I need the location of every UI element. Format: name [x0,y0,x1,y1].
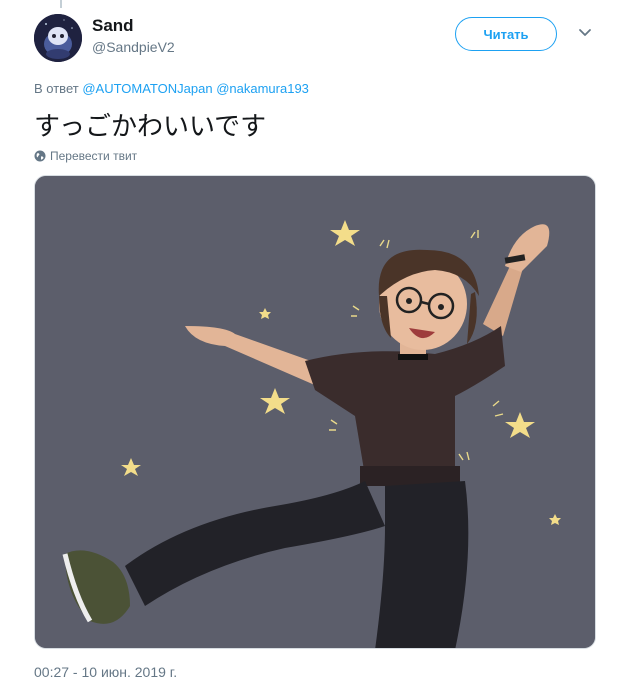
globe-icon [34,150,46,162]
author-display-name[interactable]: Sand [92,16,134,36]
artwork-image [35,176,595,648]
tweet-timestamp[interactable]: 00:27 - 10 июн. 2019 г. [34,664,177,680]
reply-prefix: В ответ [34,81,79,96]
follow-button[interactable]: Читать [455,17,557,51]
thread-connector-line [60,0,62,8]
translate-label: Перевести твит [50,149,138,163]
reply-context: В ответ @AUTOMATONJapan @nakamura193 [34,81,309,96]
author-handle[interactable]: @SandpieV2 [92,39,175,55]
avatar[interactable] [34,14,82,62]
chevron-down-icon[interactable] [577,26,593,40]
mention-link[interactable]: @AUTOMATONJapan [82,81,212,96]
translate-tweet-link[interactable]: Перевести твит [34,149,137,163]
tweet-text: すっごかわいいです [34,111,267,141]
tweet-media-image[interactable] [34,175,596,649]
tweet-header: Sand @SandpieV2 Читать [34,14,600,62]
mention-link[interactable]: @nakamura193 [216,81,309,96]
